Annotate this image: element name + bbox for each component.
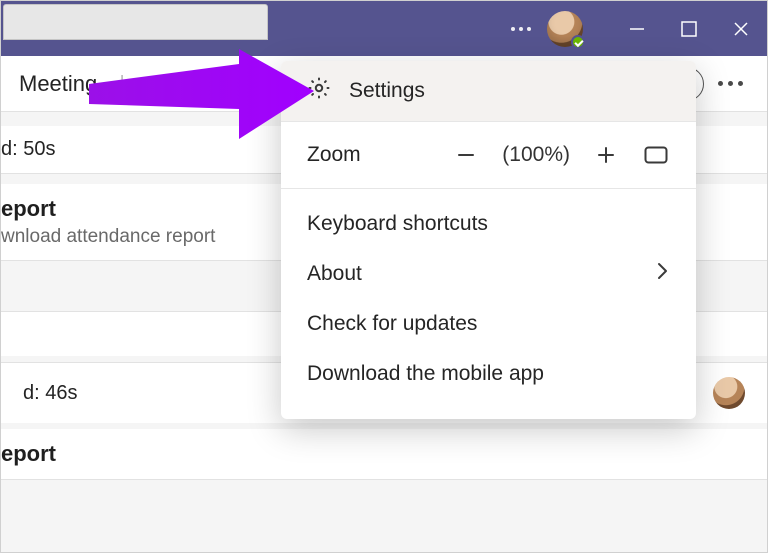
presence-badge-available	[571, 35, 585, 49]
zoom-out-button[interactable]	[452, 141, 480, 169]
menu-item-download-mobile[interactable]: Download the mobile app	[281, 349, 696, 399]
zoom-label: Zoom	[307, 143, 361, 167]
menu-item-label: Check for updates	[307, 312, 477, 336]
menu-item-keyboard-shortcuts[interactable]: Keyboard shortcuts	[281, 199, 696, 249]
menu-item-settings[interactable]: Settings	[281, 61, 696, 121]
menu-item-label: Keyboard shortcuts	[307, 212, 488, 236]
menu-item-label: About	[307, 262, 362, 286]
header-separator: |	[119, 71, 125, 97]
page-title: Meeting	[19, 71, 97, 97]
menu-item-label: Download the mobile app	[307, 362, 544, 386]
menu-item-label: Settings	[349, 79, 425, 103]
titlebar-more-icon[interactable]	[495, 27, 547, 31]
zoom-in-button[interactable]	[592, 141, 620, 169]
titlebar-tab[interactable]	[3, 4, 268, 40]
settings-menu: Settings Zoom (100%) Keyboard shortcuts …	[281, 61, 696, 419]
minimize-button[interactable]	[611, 1, 663, 56]
report-title-2: eport	[1, 441, 749, 467]
menu-item-check-updates[interactable]: Check for updates	[281, 299, 696, 349]
menu-zoom-row: Zoom (100%)	[281, 122, 696, 188]
participant-avatar[interactable]	[713, 377, 745, 409]
chevron-right-icon	[656, 261, 670, 287]
more-icon[interactable]	[718, 81, 749, 86]
zoom-value: (100%)	[502, 143, 570, 167]
fullscreen-icon[interactable]	[642, 141, 670, 169]
meeting-duration-2: d: 46s	[23, 382, 77, 405]
menu-item-about[interactable]: About	[281, 249, 696, 299]
maximize-button[interactable]	[663, 1, 715, 56]
avatar[interactable]	[547, 11, 583, 47]
close-button[interactable]	[715, 1, 767, 56]
gear-icon	[307, 76, 331, 106]
titlebar	[1, 1, 767, 56]
